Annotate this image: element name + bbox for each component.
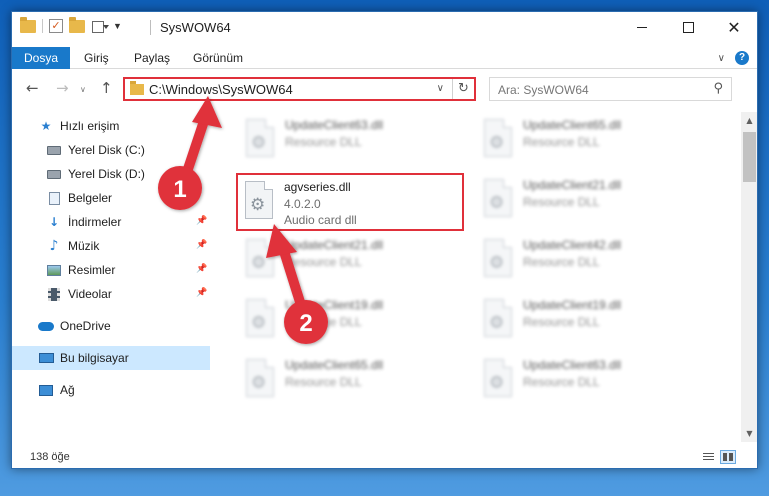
- tab-view[interactable]: Görünüm: [193, 47, 243, 69]
- details-view-icon[interactable]: [700, 450, 716, 464]
- refresh-icon[interactable]: ↻: [452, 79, 474, 99]
- tiles-view-icon[interactable]: [720, 450, 736, 464]
- sidebar-item-disk-c[interactable]: Yerel Disk (C:): [12, 138, 210, 162]
- forward-arrow-icon[interactable]: →: [56, 79, 69, 97]
- status-bar: 138 öğe: [12, 446, 757, 468]
- sidebar-item-label: Yerel Disk (D:): [68, 167, 145, 181]
- music-icon: ♪: [49, 238, 59, 254]
- sidebar-item-label: Ağ: [60, 383, 75, 397]
- sidebar-item-videos[interactable]: Videolar 📌: [12, 282, 210, 306]
- back-arrow-icon[interactable]: ←: [26, 79, 39, 97]
- pin-icon[interactable]: 📌: [196, 240, 207, 250]
- title-bar: ✓ ▼ SysWOW64 ✕: [12, 12, 757, 42]
- search-icon[interactable]: ⚲: [713, 81, 723, 96]
- file-description: Audio card dll: [284, 213, 357, 227]
- sidebar-item-label: Videolar: [68, 287, 112, 301]
- search-box[interactable]: Ara: SysWOW64 ⚲: [489, 77, 732, 101]
- file-name: agvseries.dll: [284, 180, 351, 194]
- navigation-pane: ★ Hızlı erişim Yerel Disk (C:) Yerel Dis…: [12, 112, 210, 442]
- star-icon: ★: [40, 119, 52, 133]
- toolbar-separator: [42, 19, 43, 33]
- file-version: 4.0.2.0: [284, 197, 321, 211]
- sidebar-item-pictures[interactable]: Resimler 📌: [12, 258, 210, 282]
- ribbon-controls: ∨ ?: [718, 51, 749, 65]
- videos-icon: [46, 287, 62, 301]
- quick-access-toolbar: ✓ ▼: [20, 16, 122, 33]
- ribbon-tabs: Dosya Giriş Paylaş Görünüm ∨ ?: [12, 47, 757, 69]
- tab-file[interactable]: Dosya: [12, 47, 70, 69]
- navigation-bar: ← → ∨ ↑ C:\Windows\SysWOW64 ∨ ↻ Ara: Sys…: [12, 74, 757, 104]
- vertical-scrollbar[interactable]: ▲ ▼: [741, 112, 757, 442]
- help-icon[interactable]: ?: [735, 51, 749, 65]
- drive-icon: [46, 143, 62, 157]
- item-count: 138 öğe: [30, 451, 70, 463]
- sidebar-item-documents[interactable]: Belgeler: [12, 186, 210, 210]
- close-icon: ✕: [727, 17, 741, 37]
- sidebar-item-music[interactable]: ♪ Müzik 📌: [12, 234, 210, 258]
- sidebar-item-label: Hızlı erişim: [60, 119, 120, 133]
- sidebar-item-label: Resimler: [68, 263, 116, 277]
- sidebar-item-label: Yerel Disk (C:): [68, 143, 145, 157]
- explorer-window: ✓ ▼ SysWOW64 ✕ Dosya Giriş Paylaş Görünü…: [11, 11, 758, 469]
- sidebar-item-quick-access[interactable]: ★ Hızlı erişim: [12, 114, 210, 138]
- sidebar-item-downloads[interactable]: ↓ İndirmeler 📌: [12, 210, 210, 234]
- folder-icon: [130, 81, 144, 95]
- maximize-button[interactable]: [665, 12, 711, 42]
- sidebar-item-label: İndirmeler: [68, 215, 122, 229]
- selected-file-highlight[interactable]: ⚙ agvseries.dll 4.0.2.0 Audio card dll: [236, 173, 464, 231]
- checkmark-icon[interactable]: ✓: [49, 19, 63, 33]
- up-arrow-icon[interactable]: ↑: [100, 79, 113, 97]
- scroll-down-icon[interactable]: ▼: [741, 425, 757, 442]
- dll-file-icon: ⚙: [481, 119, 515, 161]
- dll-file-icon: ⚙: [242, 181, 276, 223]
- sidebar-item-onedrive[interactable]: OneDrive: [12, 314, 210, 338]
- sidebar-item-label: Müzik: [68, 239, 100, 253]
- search-input[interactable]: Ara: SysWOW64: [498, 83, 589, 97]
- file-description: Resource DLL: [285, 135, 362, 149]
- pin-icon[interactable]: 📌: [196, 264, 207, 274]
- address-bar[interactable]: C:\Windows\SysWOW64 ∨ ↻: [123, 77, 476, 101]
- sidebar-item-disk-d[interactable]: Yerel Disk (D:): [12, 162, 210, 186]
- sidebar-item-network[interactable]: Ağ: [12, 378, 210, 402]
- chevron-down-icon[interactable]: ∨: [437, 83, 444, 94]
- network-icon: [38, 383, 54, 397]
- sidebar-item-this-pc[interactable]: Bu bilgisayar: [12, 346, 210, 370]
- new-folder-icon[interactable]: [69, 16, 85, 33]
- pin-icon[interactable]: 📌: [196, 288, 207, 298]
- cloud-icon: [38, 319, 54, 333]
- pictures-icon: [46, 263, 62, 277]
- file-name: UpdateClient63.dll: [285, 118, 384, 132]
- list-item[interactable]: ⚙ UpdateClient63.dll Resource DLL: [239, 115, 467, 169]
- list-item[interactable]: ⚙ UpdateClient65.dll Resource DLL: [477, 115, 705, 169]
- list-item[interactable]: ⚙ agvseries.dll 4.0.2.0 Audio card dll: [238, 177, 466, 231]
- window-title: SysWOW64: [160, 20, 231, 35]
- sidebar-item-label: Belgeler: [68, 191, 113, 205]
- scrollbar-thumb[interactable]: [743, 132, 756, 182]
- file-list: ⚙ UpdateClient63.dll Resource DLL ⚙ Upda…: [219, 112, 739, 442]
- recent-locations-icon[interactable]: ∨: [80, 85, 86, 94]
- documents-icon: [46, 191, 62, 205]
- title-separator: [150, 20, 151, 35]
- sidebar-item-label: Bu bilgisayar: [60, 351, 129, 365]
- close-button[interactable]: ✕: [711, 12, 757, 42]
- scroll-up-icon[interactable]: ▲: [741, 112, 757, 129]
- address-path[interactable]: C:\Windows\SysWOW64: [149, 82, 293, 97]
- sidebar-item-label: OneDrive: [60, 319, 111, 333]
- customize-toolbar-icon[interactable]: ▼: [113, 21, 122, 31]
- expand-ribbon-icon[interactable]: ∨: [718, 53, 725, 64]
- tab-home[interactable]: Giriş: [84, 47, 109, 69]
- folder-icon[interactable]: [20, 16, 36, 33]
- file-name: UpdateClient65.dll: [523, 118, 622, 132]
- dll-file-icon: ⚙: [243, 119, 277, 161]
- file-description: Resource DLL: [523, 135, 600, 149]
- tab-share[interactable]: Paylaş: [134, 47, 170, 69]
- computer-icon: [38, 351, 54, 365]
- minimize-button[interactable]: [619, 12, 665, 42]
- drive-icon: [46, 167, 62, 181]
- pin-icon[interactable]: 📌: [196, 216, 207, 226]
- downloads-icon: ↓: [48, 215, 60, 229]
- properties-icon[interactable]: [91, 19, 109, 33]
